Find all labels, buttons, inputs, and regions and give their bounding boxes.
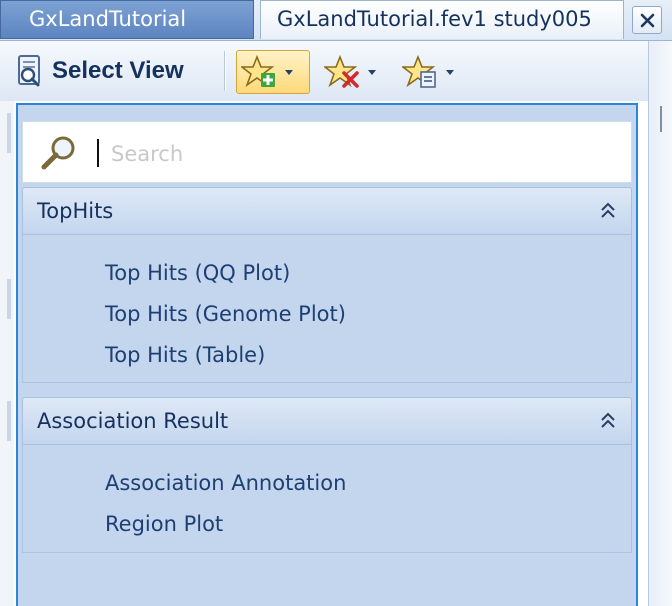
collapse-icon[interactable]: [599, 202, 617, 220]
group-title: Association Result: [37, 409, 229, 433]
remove-favorite-button[interactable]: [320, 50, 390, 94]
left-panel-edge: [0, 101, 14, 606]
view-item-association-annotation[interactable]: Association Annotation: [23, 463, 631, 504]
toolbar: Select View: [0, 41, 672, 101]
select-view-label: Select View: [52, 57, 184, 84]
group-header[interactable]: Association Result: [22, 397, 632, 445]
toolbar-separator: [224, 51, 225, 91]
view-item-top-hits-qq-plot[interactable]: Top Hits (QQ Plot): [23, 253, 631, 294]
view-selector-dropdown: TopHits Top Hits (QQ Plot) Top Hits (Gen…: [16, 103, 638, 606]
view-item-top-hits-table[interactable]: Top Hits (Table): [23, 335, 631, 376]
group-association-result: Association Result Association Annotatio…: [22, 397, 632, 553]
tab-gxlandtutorial-study[interactable]: GxLandTutorial.fev1 study005: [260, 0, 624, 39]
search-box[interactable]: [22, 121, 632, 183]
search-icon: [41, 136, 75, 170]
tab-gxlandtutorial[interactable]: GxLandTutorial: [0, 0, 254, 39]
group-header[interactable]: TopHits: [22, 187, 632, 235]
close-tab-button[interactable]: [632, 6, 662, 34]
left-panel-mark: [7, 279, 11, 319]
search-input[interactable]: [109, 134, 613, 174]
chevron-down-icon: [446, 69, 454, 75]
manage-favorites-button[interactable]: [398, 50, 472, 94]
view-item-top-hits-genome-plot[interactable]: Top Hits (Genome Plot): [23, 294, 631, 335]
left-panel-mark: [7, 113, 11, 153]
add-favorite-button[interactable]: [236, 50, 310, 94]
group-tophits: TopHits Top Hits (QQ Plot) Top Hits (Gen…: [22, 187, 632, 383]
group-title: TopHits: [37, 199, 114, 223]
left-panel-mark: [7, 401, 11, 441]
chevron-down-icon: [285, 69, 293, 75]
star-add-icon: [241, 55, 275, 88]
group-body: Top Hits (QQ Plot) Top Hits (Genome Plot…: [22, 235, 632, 383]
select-view-icon: [18, 55, 40, 87]
chevron-down-icon: [368, 69, 376, 75]
close-icon: [640, 13, 655, 28]
collapse-icon[interactable]: [599, 412, 617, 430]
view-item-region-plot[interactable]: Region Plot: [23, 504, 631, 545]
text-cursor: [97, 139, 99, 167]
star-manage-icon: [402, 55, 436, 88]
panel-edge-icon: [660, 106, 672, 132]
group-body: Association Annotation Region Plot: [22, 445, 632, 553]
select-view-button[interactable]: Select View: [14, 53, 184, 89]
tab-strip: GxLandTutorial GxLandTutorial.fev1 study…: [0, 0, 672, 41]
star-remove-icon: [324, 55, 359, 88]
